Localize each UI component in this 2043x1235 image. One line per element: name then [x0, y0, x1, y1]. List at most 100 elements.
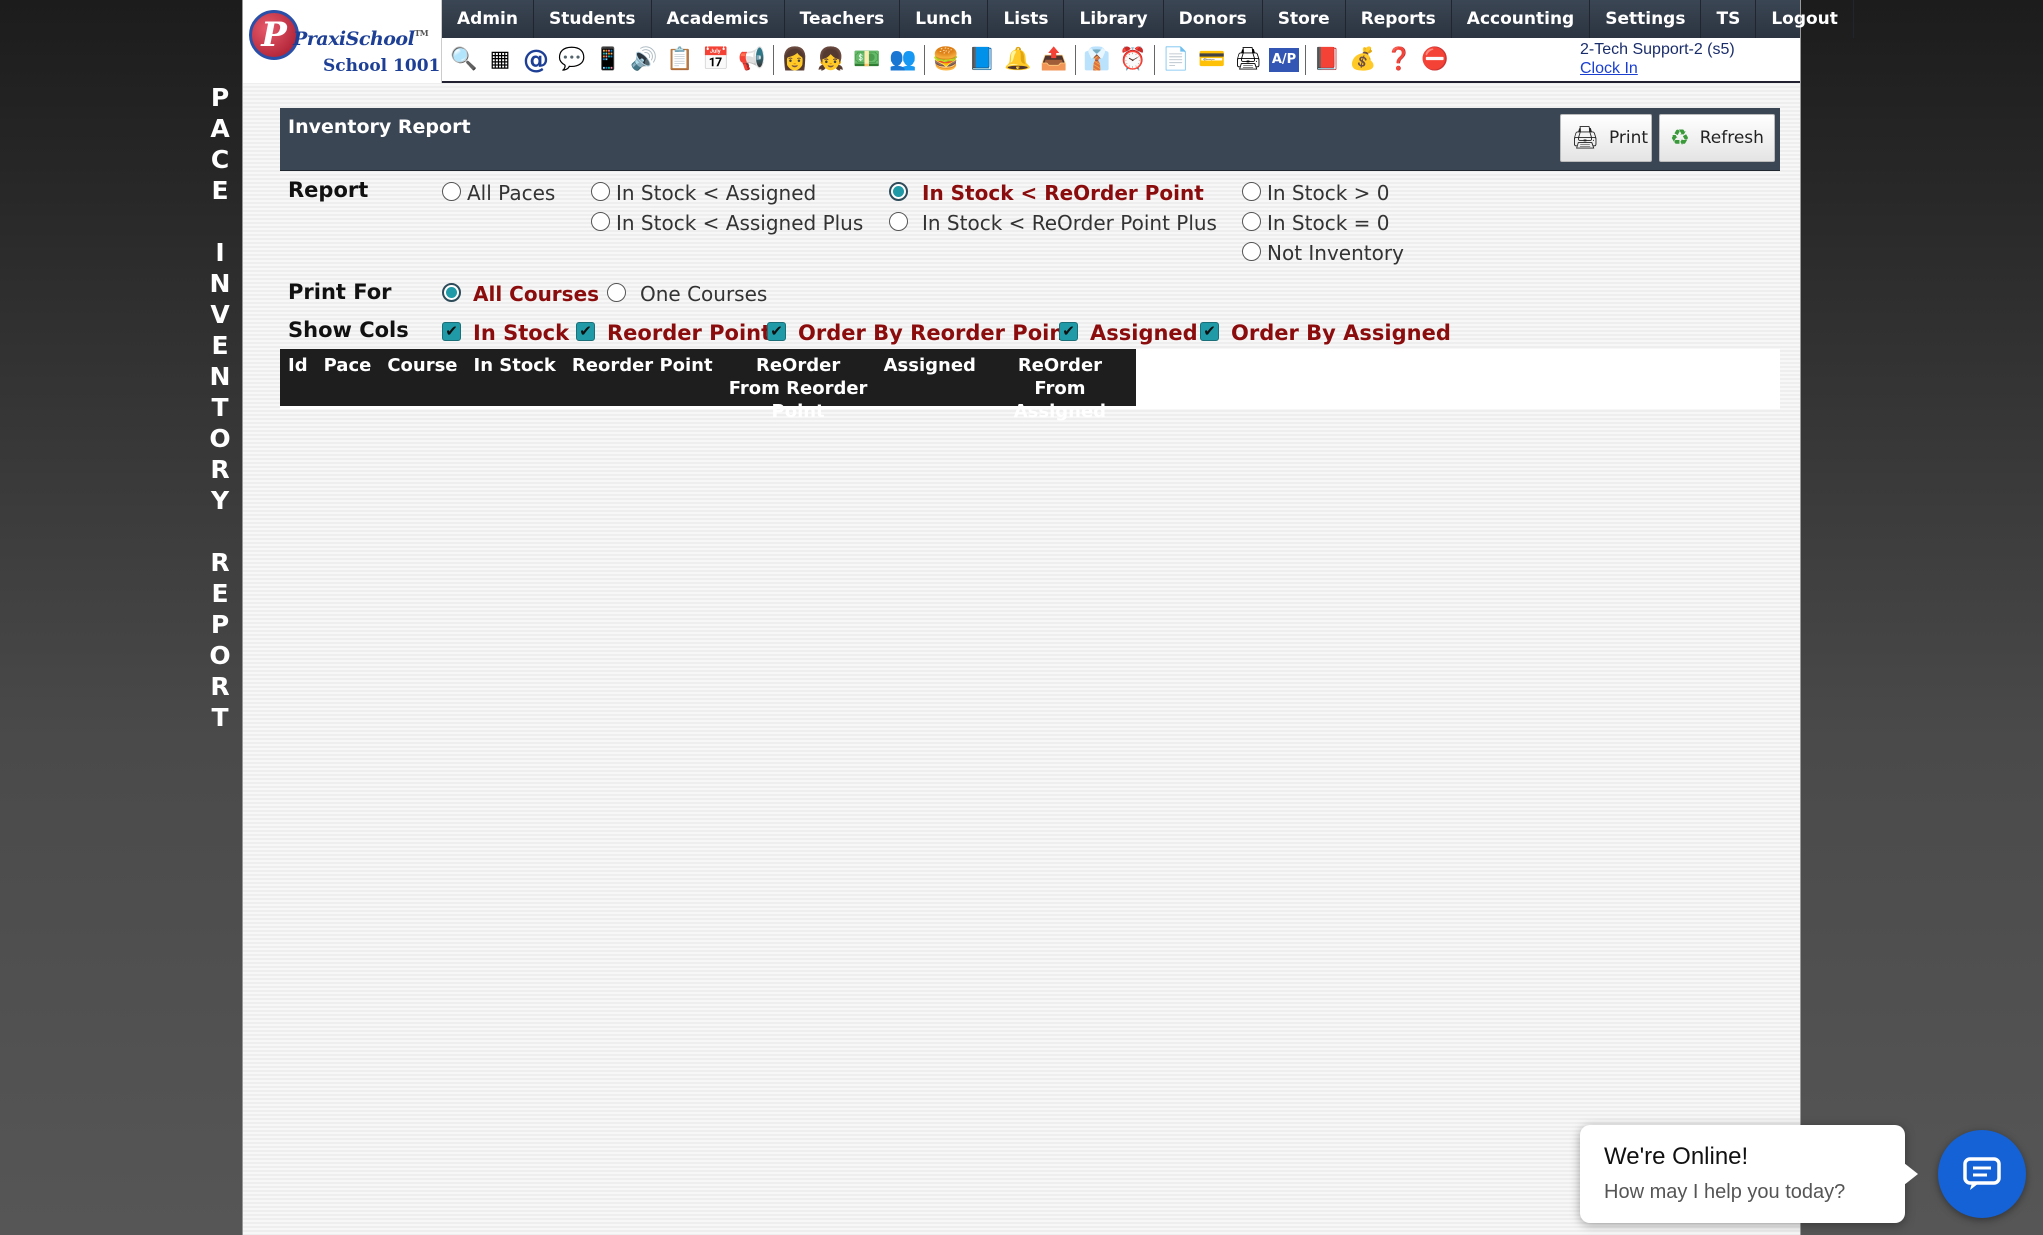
radio-label: One Courses [640, 282, 768, 306]
radio-in-stock-gt-0[interactable]: In Stock > 0 [1242, 181, 1389, 205]
radio-control[interactable] [1242, 241, 1261, 261]
teacher-icon[interactable]: 👩 [777, 43, 813, 77]
money-icon[interactable]: 💵 [849, 43, 885, 77]
radio-in-stock-lt-reorder-point[interactable]: In Stock < ReOrder Point [889, 181, 1204, 205]
nav-lunch[interactable]: Lunch [900, 0, 989, 38]
nav-library[interactable]: Library [1064, 0, 1164, 38]
cash-register-icon[interactable]: 💰 [1345, 43, 1381, 77]
col-header-reorder-from-reorder-point[interactable]: ReOrder From Reorder Point [721, 349, 876, 422]
radio-in-stock-lt-reorder-point-plus[interactable]: In Stock < ReOrder Point Plus [889, 211, 1217, 235]
radio-label: All Paces [467, 181, 556, 205]
col-header-in-stock[interactable]: In Stock [466, 349, 564, 406]
clock-icon[interactable]: ⏰ [1115, 43, 1151, 77]
radio-control[interactable] [442, 181, 461, 201]
show-cols-label: Show Cols [288, 318, 409, 342]
checkbox-control[interactable]: ✔ [576, 321, 595, 341]
export-icon[interactable]: 📤 [1036, 43, 1072, 77]
chat-icon[interactable]: 💬 [554, 43, 590, 77]
card-icon[interactable]: 💳 [1194, 43, 1230, 77]
nav-students[interactable]: Students [534, 0, 652, 38]
radio-control[interactable] [1242, 211, 1261, 231]
calendar-icon[interactable]: 📅 [698, 43, 734, 77]
nav-ts[interactable]: TS [1701, 0, 1757, 38]
users-icon[interactable]: 👥 [885, 43, 921, 77]
book-icon[interactable]: 📘 [964, 43, 1000, 77]
megaphone-icon[interactable]: 📢 [734, 43, 770, 77]
checkbox-assigned[interactable]: ✔ Assigned [1059, 321, 1198, 345]
student-icon[interactable]: 👧 [813, 43, 849, 77]
nav-logout[interactable]: Logout [1756, 0, 1854, 38]
logo[interactable]: P PraxiSchoolTM School 1001 [243, 0, 442, 83]
radio-control[interactable] [607, 282, 626, 302]
nav-teachers[interactable]: Teachers [785, 0, 901, 38]
radio-all-courses[interactable]: All Courses [442, 282, 599, 306]
lunch-icon[interactable]: 🍔 [928, 43, 964, 77]
alert-icon[interactable]: ⛔ [1417, 43, 1453, 77]
nav-store[interactable]: Store [1263, 0, 1346, 38]
staff-icon[interactable]: 👔 [1079, 43, 1115, 77]
pdf-icon[interactable]: 📕 [1309, 43, 1345, 77]
radio-control[interactable] [591, 181, 610, 201]
radio-in-stock-eq-0[interactable]: In Stock = 0 [1242, 211, 1389, 235]
toolbar-separator [1075, 44, 1076, 75]
radio-one-courses[interactable]: One Courses [607, 282, 767, 306]
clock-in-link[interactable]: Clock In [1580, 59, 1735, 78]
phone-icon[interactable]: 📱 [590, 43, 626, 77]
calendar-grid-icon[interactable]: 📋 [662, 43, 698, 77]
nav-reports[interactable]: Reports [1346, 0, 1452, 38]
nav-accounting[interactable]: Accounting [1452, 0, 1591, 38]
radio-not-inventory[interactable]: Not Inventory [1242, 241, 1404, 265]
chat-greeting[interactable]: We're Online! How may I help you today? [1580, 1125, 1918, 1223]
help-icon[interactable]: ❓ [1381, 43, 1417, 77]
checkbox-control[interactable]: ✔ [442, 321, 461, 341]
nav-donors[interactable]: Donors [1164, 0, 1263, 38]
speaker-icon[interactable]: 🔊 [626, 43, 662, 77]
nav-admin[interactable]: Admin [442, 0, 534, 38]
radio-control[interactable] [442, 282, 461, 302]
col-header-course[interactable]: Course [379, 349, 465, 406]
checkbox-order-by-reorder-point[interactable]: ✔ Order By Reorder Point [767, 321, 1074, 345]
col-header-pace[interactable]: Pace [316, 349, 380, 406]
printer-icon[interactable]: 🖨 [1230, 43, 1266, 77]
radio-label: In Stock < ReOrder Point [922, 181, 1204, 205]
checkbox-order-by-assigned[interactable]: ✔ Order By Assigned [1200, 321, 1451, 345]
email-icon[interactable]: @ [518, 43, 554, 77]
radio-label: In Stock < Assigned [616, 181, 817, 205]
radio-control[interactable] [591, 211, 610, 231]
radio-label: In Stock < ReOrder Point Plus [922, 211, 1217, 235]
checkbox-reorder-point[interactable]: ✔ Reorder Point [576, 321, 771, 345]
inventory-table: Id Pace Course In Stock Reorder Point Re… [280, 349, 1780, 422]
search-icon[interactable]: 🔍 [446, 43, 482, 77]
col-header-reorder-point[interactable]: Reorder Point [564, 349, 721, 406]
nav-settings[interactable]: Settings [1590, 0, 1702, 38]
checkbox-in-stock[interactable]: ✔ In Stock [442, 321, 569, 345]
radio-control[interactable] [889, 181, 908, 201]
radio-in-stock-lt-assigned[interactable]: In Stock < Assigned [591, 181, 816, 205]
radio-in-stock-lt-assigned-plus[interactable]: In Stock < Assigned Plus [591, 211, 863, 235]
chat-launcher-button[interactable] [1938, 1130, 2026, 1218]
checkbox-control[interactable]: ✔ [1200, 321, 1219, 341]
checkbox-control[interactable]: ✔ [767, 321, 786, 341]
col-header-reorder-from-assigned[interactable]: ReOrder From Assigned [984, 349, 1136, 422]
radio-label: Not Inventory [1267, 241, 1404, 265]
side-title-letter: O [209, 424, 231, 453]
main-nav: Admin Students Academics Teachers Lunch … [442, 0, 1854, 38]
bell-icon[interactable]: 🔔 [1000, 43, 1036, 77]
col-header-assigned[interactable]: Assigned [876, 349, 984, 406]
col-header-id[interactable]: Id [280, 349, 316, 406]
nav-lists[interactable]: Lists [988, 0, 1065, 38]
radio-control[interactable] [889, 211, 908, 231]
ap-icon[interactable]: A/P [1269, 47, 1299, 72]
list-icon[interactable]: 📄 [1158, 43, 1194, 77]
radio-all-paces[interactable]: All Paces [442, 181, 555, 205]
grid-icon[interactable]: ▦ [482, 43, 518, 77]
nav-academics[interactable]: Academics [652, 0, 785, 38]
radio-label: In Stock < Assigned Plus [616, 211, 864, 235]
toolbar-separator [1305, 44, 1306, 75]
radio-control[interactable] [1242, 181, 1261, 201]
checkbox-control[interactable]: ✔ [1059, 321, 1078, 341]
print-button[interactable]: 🖨 Print [1560, 114, 1652, 162]
printer-icon: 🖨 [1571, 125, 1599, 151]
refresh-button[interactable]: ♻ Refresh [1659, 114, 1775, 162]
side-title-letter: T [211, 703, 229, 732]
